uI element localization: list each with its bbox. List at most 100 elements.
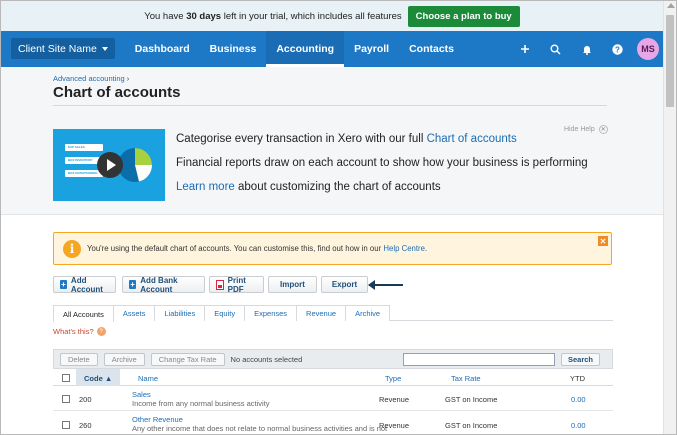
page-header: Advanced accounting › Chart of accounts E… — [1, 67, 663, 215]
tab-all-accounts[interactable]: All Accounts — [53, 305, 114, 322]
nav-tab-dashboard[interactable]: Dashboard — [125, 31, 200, 67]
button-label: Add Account — [70, 275, 103, 294]
vertical-scrollbar[interactable] — [663, 1, 676, 434]
import-button[interactable]: Import — [268, 276, 317, 293]
help-icon[interactable]: ? — [602, 43, 633, 55]
tab-revenue[interactable]: Revenue — [296, 305, 347, 321]
nav-tab-contacts[interactable]: Contacts — [399, 31, 464, 67]
table-action-bar: Delete Archive Change Tax Rate No accoun… — [53, 349, 613, 369]
video-label: EXP SALES — [65, 144, 103, 151]
tab-archive[interactable]: Archive — [345, 305, 391, 321]
delete-button[interactable]: Delete — [60, 352, 98, 366]
pdf-icon — [216, 279, 224, 290]
account-type: Revenue — [379, 395, 410, 404]
hide-help-button[interactable]: Hide Help ✕ — [564, 125, 608, 134]
caret-down-icon — [101, 46, 108, 51]
plus-icon[interactable] — [509, 44, 540, 54]
print-pdf-button[interactable]: Print PDF — [209, 275, 264, 294]
account-description: Income from any normal business activity — [132, 399, 270, 408]
learn-more-link[interactable]: Learn more — [176, 181, 235, 193]
change-tax-rate-button[interactable]: Change Tax Rate — [150, 352, 225, 366]
bell-icon[interactable] — [571, 44, 602, 55]
column-code[interactable]: Code ▲ — [76, 369, 121, 386]
row-checkbox[interactable] — [62, 395, 70, 403]
choose-plan-button[interactable]: Choose a plan to buy — [407, 5, 520, 27]
whats-this-label: What's this? — [53, 327, 94, 336]
column-ytd: YTD — [570, 374, 585, 383]
trial-banner: You have 30 days left in your trial, whi… — [1, 1, 663, 31]
scroll-up-icon[interactable] — [667, 3, 675, 8]
account-ytd[interactable]: 0.00 — [571, 395, 586, 404]
nav-actions: ? MS — [509, 31, 659, 67]
info-icon: i — [63, 239, 81, 258]
add-bank-account-button[interactable]: + Add Bank Account — [122, 276, 205, 294]
help-line-1: Categorise every transaction in Xero wit… — [176, 133, 517, 145]
close-icon[interactable]: ✕ — [598, 236, 608, 246]
play-icon[interactable] — [97, 152, 123, 178]
chevron-right-icon: › — [126, 74, 130, 83]
account-description: Any other income that does not relate to… — [132, 424, 388, 433]
whats-this-link[interactable]: What's this? ? — [53, 327, 106, 336]
search-button[interactable]: Search — [561, 353, 601, 366]
default-chart-notice: i You're using the default chart of acco… — [53, 232, 612, 265]
account-tax-rate: GST on Income — [445, 421, 498, 430]
account-tax-rate: GST on Income — [445, 395, 498, 404]
sort-asc-icon: ▲ — [104, 374, 113, 383]
close-icon: ✕ — [598, 125, 608, 134]
archive-button[interactable]: Archive — [103, 352, 145, 366]
search-input[interactable] — [403, 353, 555, 366]
top-navbar: Client Site Name Dashboard Business Acco… — [1, 31, 663, 67]
scroll-thumb[interactable] — [666, 15, 674, 107]
video-label: BOX ENTERTAINING — [65, 170, 103, 177]
divider — [53, 105, 607, 106]
help-line-2: Financial reports draw on each account t… — [176, 157, 588, 169]
notice-text: You're using the default chart of accoun… — [87, 244, 428, 253]
account-ytd[interactable]: 0.00 — [571, 421, 586, 430]
column-name[interactable]: Name — [138, 374, 158, 383]
table-row[interactable]: 200 Sales Income from any normal busines… — [53, 387, 613, 411]
button-label: Print PDF — [227, 275, 246, 294]
help-video-thumbnail[interactable]: EXP SALES BOX INVENTORY BOX ENTERTAINING — [53, 129, 165, 201]
svg-text:?: ? — [615, 45, 620, 54]
hide-help-label: Hide Help — [564, 126, 595, 133]
nav-tab-payroll[interactable]: Payroll — [344, 31, 399, 67]
page-title: Chart of accounts — [53, 84, 181, 101]
xero-app: You have 30 days left in your trial, whi… — [1, 1, 663, 434]
account-code: 260 — [79, 421, 92, 430]
tab-equity[interactable]: Equity — [204, 305, 246, 321]
account-name-cell: Other Revenue Any other income that does… — [132, 415, 387, 433]
nav-tab-accounting[interactable]: Accounting — [266, 31, 345, 67]
org-switcher[interactable]: Client Site Name — [11, 38, 115, 59]
account-tabs: All Accounts Assets Liabilities Equity E… — [53, 305, 613, 322]
tab-expenses[interactable]: Expenses — [244, 305, 298, 321]
column-tax-rate[interactable]: Tax Rate — [451, 374, 481, 383]
table-header: Code ▲ Name Type Tax Rate YTD — [53, 369, 613, 386]
question-icon: ? — [96, 327, 106, 336]
breadcrumb: Advanced accounting › — [53, 74, 129, 83]
plus-icon: + — [60, 280, 67, 289]
help-line-3: Learn more about customizing the chart o… — [176, 181, 441, 193]
column-label: Code — [84, 374, 103, 383]
tab-liabilities[interactable]: Liabilities — [154, 305, 206, 321]
table-row[interactable]: 260 Other Revenue Any other income that … — [53, 412, 613, 434]
export-button[interactable]: Export — [321, 276, 368, 293]
account-name-cell: Sales Income from any normal business ac… — [132, 390, 270, 408]
arrow-left-icon — [368, 280, 403, 290]
plus-icon: + — [129, 280, 137, 289]
tab-assets[interactable]: Assets — [112, 305, 156, 321]
breadcrumb-link[interactable]: Advanced accounting — [53, 74, 125, 83]
user-avatar[interactable]: MS — [637, 38, 659, 60]
trial-message: You have 30 days left in your trial, whi… — [144, 10, 402, 22]
nav-tab-business[interactable]: Business — [200, 31, 267, 67]
select-all-checkbox[interactable] — [62, 374, 70, 382]
account-code: 200 — [79, 395, 92, 404]
help-centre-link[interactable]: Help Centre — [383, 244, 425, 253]
account-name-link[interactable]: Other Revenue — [132, 415, 387, 424]
search-icon[interactable] — [540, 44, 571, 55]
row-checkbox[interactable] — [62, 421, 70, 429]
chart-of-accounts-link[interactable]: Chart of accounts — [427, 133, 517, 145]
column-type[interactable]: Type — [385, 374, 401, 383]
add-account-button[interactable]: + Add Account — [53, 275, 116, 294]
account-name-link[interactable]: Sales — [132, 390, 270, 399]
org-name: Client Site Name — [18, 42, 97, 55]
